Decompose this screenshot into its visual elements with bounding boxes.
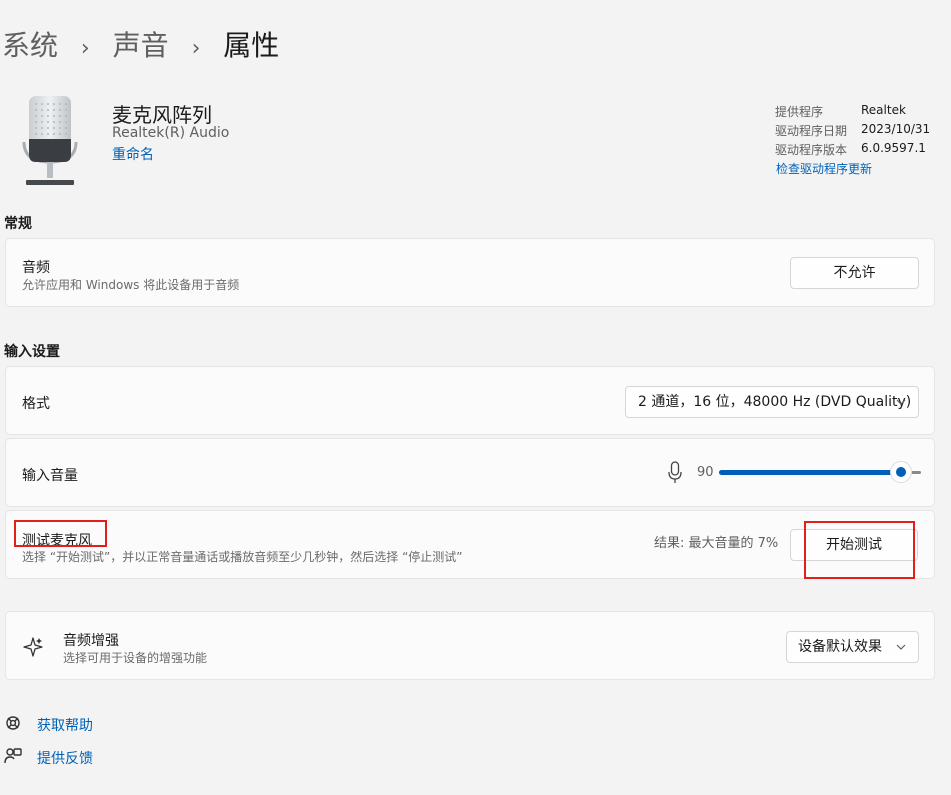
format-label: 格式 — [22, 396, 50, 412]
audio-title: 音频 — [22, 260, 50, 276]
highlight-start-test-button — [804, 521, 915, 579]
format-dropdown[interactable]: 2 通道，16 位，48000 Hz (DVD Quality) — [625, 386, 919, 418]
page-title: 属性 — [223, 29, 280, 62]
provider-value: Realtek — [861, 103, 906, 117]
audio-description: 允许应用和 Windows 将此设备用于音频 — [22, 278, 240, 292]
help-icon — [4, 714, 22, 736]
microphone-icon[interactable] — [667, 461, 683, 489]
input-volume-value: 90 — [697, 465, 714, 480]
chevron-down-icon — [896, 387, 906, 428]
slider-fill — [719, 470, 901, 475]
rename-link[interactable]: 重命名 — [112, 144, 154, 164]
breadcrumb-sound[interactable]: 声音 — [113, 29, 169, 62]
audio-enhancement-card: 音频增强 选择可用于设备的增强功能 设备默认效果 — [5, 611, 935, 680]
give-feedback-link[interactable]: 提供反馈 — [37, 748, 93, 768]
test-result-text: 结果: 最大音量的 7% — [654, 536, 779, 551]
test-microphone-card: 测试麦克风 选择 “开始测试”，并以正常音量通话或播放音频至少几秒钟，然后选择 … — [5, 510, 935, 579]
audio-enhancement-dropdown[interactable]: 设备默认效果 — [786, 631, 919, 663]
breadcrumb: 系统 › 声音 › 属性 — [2, 24, 279, 64]
breadcrumb-system[interactable]: 系统 — [2, 29, 58, 62]
highlight-test-microphone-title — [14, 520, 107, 547]
section-title-general: 常规 — [4, 216, 32, 232]
check-driver-update-link[interactable]: 检查驱动程序更新 — [776, 160, 872, 177]
chevron-right-icon: › — [191, 36, 201, 61]
driver-date-value: 2023/10/31 — [861, 122, 931, 136]
slider-thumb[interactable] — [889, 461, 912, 483]
format-dropdown-value: 2 通道，16 位，48000 Hz (DVD Quality) — [638, 394, 912, 410]
driver-date-label: 驱动程序日期 — [775, 124, 848, 138]
format-card: 格式 2 通道，16 位，48000 Hz (DVD Quality) — [5, 366, 935, 435]
device-manufacturer: Realtek(R) Audio — [112, 125, 230, 141]
test-microphone-description: 选择 “开始测试”，并以正常音量通话或播放音频至少几秒钟，然后选择 “停止测试” — [22, 550, 463, 564]
driver-version-value: 6.0.9597.1 — [861, 141, 926, 155]
chevron-down-icon — [896, 632, 906, 673]
feedback-icon — [4, 747, 22, 769]
section-title-input: 输入设置 — [4, 344, 60, 360]
disallow-button[interactable]: 不允许 — [790, 257, 919, 289]
chevron-right-icon: › — [80, 36, 90, 61]
sparkle-icon — [22, 636, 44, 662]
audio-enhancement-description: 选择可用于设备的增强功能 — [63, 651, 208, 665]
audio-enhancement-value: 设备默认效果 — [798, 639, 882, 655]
get-help-link[interactable]: 获取帮助 — [37, 715, 93, 735]
input-volume-card: 输入音量 90 — [5, 438, 935, 507]
input-volume-slider[interactable] — [719, 461, 921, 483]
input-volume-label: 输入音量 — [22, 468, 78, 484]
driver-version-label: 驱动程序版本 — [775, 143, 848, 157]
device-name: 麦克风阵列 — [112, 103, 212, 127]
provider-label: 提供程序 — [775, 105, 824, 119]
audio-enhancement-title: 音频增强 — [63, 633, 119, 649]
microphone-device-icon — [22, 96, 78, 188]
audio-permission-card: 音频 允许应用和 Windows 将此设备用于音频 不允许 — [5, 238, 935, 307]
